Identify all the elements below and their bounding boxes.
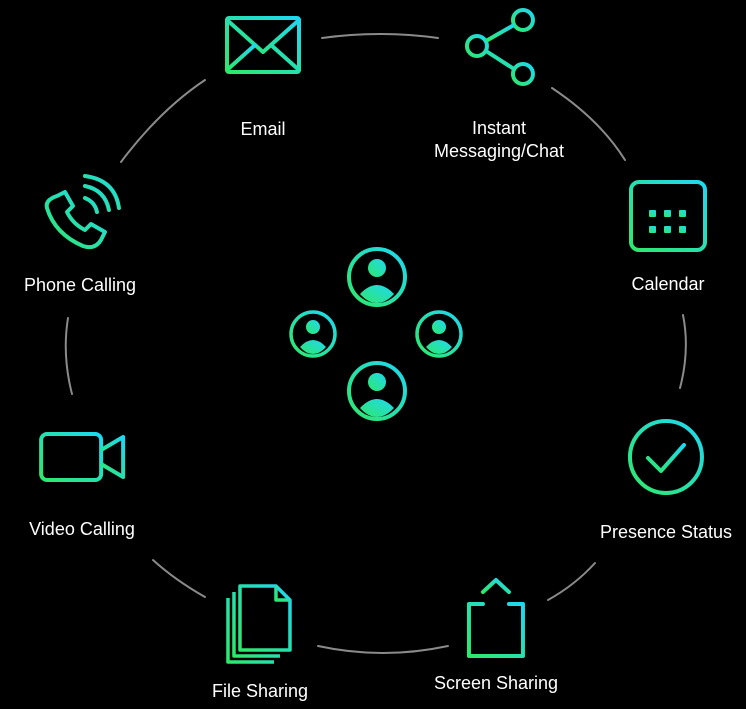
user-avatar-left (289, 310, 337, 358)
feature-file-sharing: File Sharing (212, 584, 308, 703)
user-group-icon (289, 247, 463, 421)
feature-instant-messaging-label: Instant Messaging/Chat (434, 117, 564, 163)
feature-calendar-label: Calendar (631, 274, 705, 294)
user-avatar-bottom (347, 361, 407, 421)
user-avatar-right (415, 310, 463, 358)
feature-email: Email (223, 14, 303, 141)
feature-screen-sharing: Screen Sharing (434, 576, 558, 695)
share-icon (464, 8, 535, 86)
upload-share-icon (466, 578, 525, 658)
feature-instant-messaging: Instant Messaging/Chat (434, 8, 564, 163)
feature-instant-messaging-label-line-1: Instant (471, 118, 527, 138)
feature-phone-calling-label: Phone Calling (23, 275, 137, 295)
phone-ringing-icon (44, 174, 121, 250)
connector-phone-email (120, 79, 206, 163)
connector-screen-file (317, 645, 449, 654)
feature-instant-messaging-label-line-2: Messaging/Chat (433, 141, 565, 161)
feature-video-calling: Video Calling (29, 431, 135, 541)
envelope-icon (225, 16, 301, 74)
feature-presence-status-label: Presence Status (599, 522, 733, 542)
connector-video-phone (64, 317, 73, 395)
checkmark-circle-icon (627, 419, 704, 495)
diagram-canvas (64, 33, 687, 654)
feature-phone-calling: Phone Calling (24, 174, 136, 297)
feature-video-calling-label: Video Calling (29, 519, 135, 539)
feature-calendar: Calendar (627, 172, 709, 296)
connector-email-chat (321, 33, 439, 39)
feature-presence-status: Presence Status (600, 417, 732, 544)
connector-ring (64, 33, 687, 654)
document-stack-icon (226, 584, 292, 664)
feature-screen-sharing-label: Screen Sharing (433, 673, 559, 693)
calendar-icon (629, 172, 707, 252)
user-avatar-top (347, 247, 407, 307)
feature-email-label: Email (240, 119, 286, 139)
unified-communications-diagram: Email Instant Messaging/Chat Calendar Pr… (0, 0, 746, 709)
feature-file-sharing-label: File Sharing (211, 681, 309, 701)
video-camera-icon (39, 432, 125, 482)
connector-file-video (152, 559, 206, 598)
connector-calendar-presence (679, 314, 687, 389)
